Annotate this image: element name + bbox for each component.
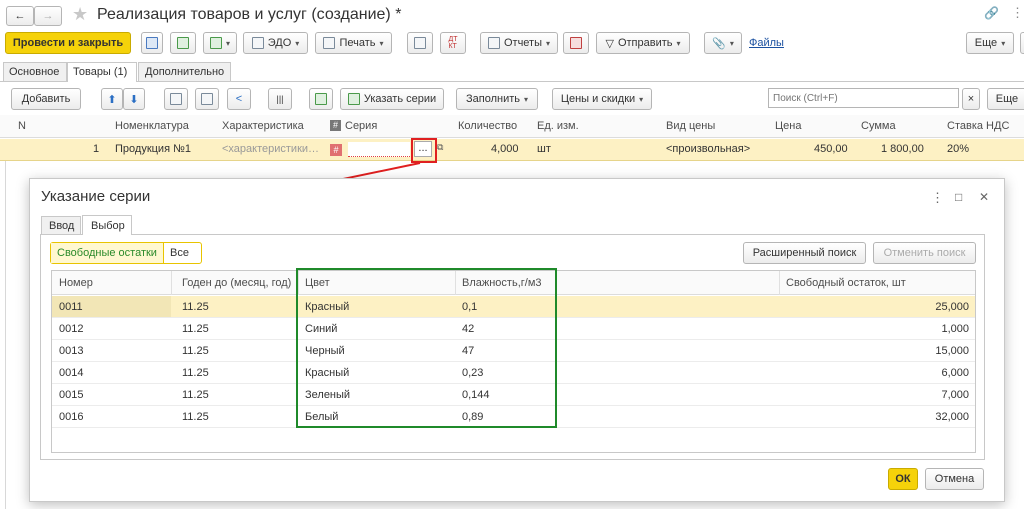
ok-label: ОК [895, 473, 911, 485]
col-expiry: Годен до (месяц, год) [182, 277, 292, 289]
cell-expiry: 11.25 [182, 323, 209, 335]
filter-toggle: Свободные остатки Все [50, 242, 202, 264]
cancel-label: Отмена [934, 473, 975, 485]
cell-free-stock: 32,000 [935, 411, 969, 423]
cell-number: 0016 [59, 411, 84, 423]
cell-expiry: 11.25 [182, 345, 209, 357]
cancel-button[interactable]: Отмена [925, 468, 984, 490]
green-highlight-box [296, 268, 557, 428]
cell-free-stock: 1,000 [941, 323, 969, 335]
tab-input-label: Ввод [49, 220, 75, 232]
ok-button[interactable]: ОК [888, 468, 918, 490]
advanced-search-label: Расширенный поиск [752, 247, 857, 259]
tab-select[interactable]: Выбор [82, 215, 132, 235]
cell-number: 0012 [59, 323, 84, 335]
cell-number: 0011 [59, 301, 83, 313]
advanced-search-button[interactable]: Расширенный поиск [743, 242, 866, 264]
tab-select-label: Выбор [91, 220, 125, 232]
cell-free-stock: 15,000 [935, 345, 969, 357]
cell-number: 0014 [59, 367, 84, 379]
dialog-maximize-icon[interactable]: □ [955, 190, 962, 204]
cell-expiry: 11.25 [182, 301, 209, 313]
filter-free-stock[interactable]: Свободные остатки [51, 243, 164, 263]
cell-number: 0013 [59, 345, 84, 357]
cell-expiry: 11.25 [182, 411, 209, 423]
filter-free-label: Свободные остатки [57, 247, 157, 259]
cancel-search-button[interactable]: Отменить поиск [873, 242, 976, 264]
col-number: Номер [59, 277, 93, 289]
filter-all-label: Все [170, 247, 189, 259]
cell-free-stock: 6,000 [941, 367, 969, 379]
cell-number: 0015 [59, 389, 84, 401]
dialog-menu-icon[interactable]: ⋮ [931, 190, 944, 206]
cell-free-stock: 7,000 [941, 389, 969, 401]
dialog-close-icon[interactable]: ✕ [979, 190, 989, 204]
tab-input[interactable]: Ввод [41, 216, 81, 234]
filter-all[interactable]: Все [164, 243, 201, 263]
cell-free-stock: 25,000 [935, 301, 969, 313]
dialog-title: Указание серии [41, 188, 151, 205]
cell-expiry: 11.25 [182, 389, 209, 401]
col-free-stock: Свободный остаток, шт [786, 277, 906, 289]
cell-expiry: 11.25 [182, 367, 209, 379]
cancel-search-label: Отменить поиск [883, 247, 966, 259]
